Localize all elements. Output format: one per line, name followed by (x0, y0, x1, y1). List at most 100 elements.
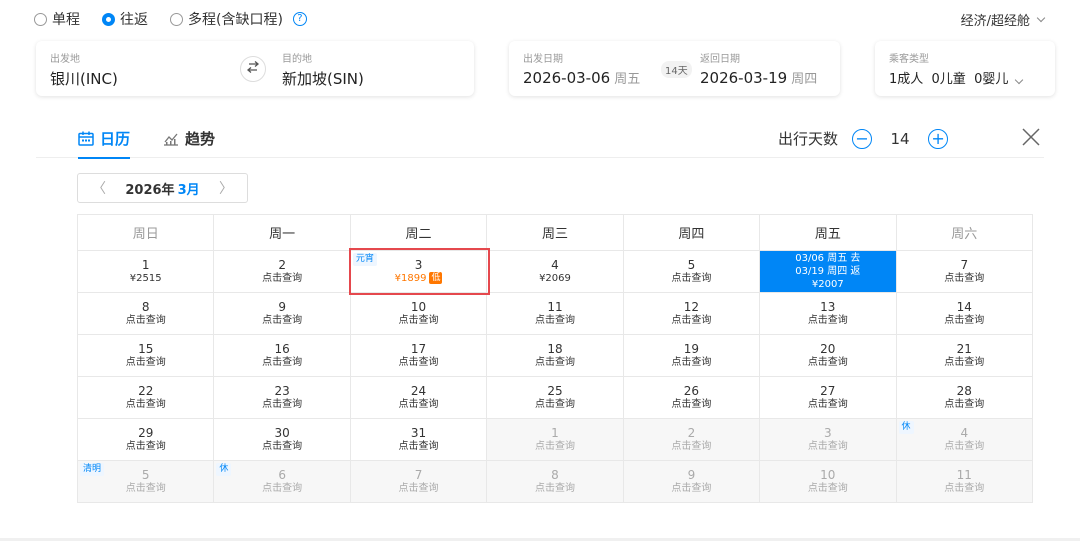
day-number: 2 (687, 425, 696, 440)
tab-calendar-label: 日历 (100, 130, 131, 148)
passenger-value: 1成人 0儿童 0婴儿 (889, 72, 1009, 87)
depart-weekday: 周五 (614, 72, 641, 87)
from-field[interactable]: 出发地 银川(INC) (50, 50, 118, 89)
trip-type-multi[interactable]: 多程(含缺口程) (170, 9, 283, 29)
weekday-header: 周四 (622, 214, 761, 251)
trip-type-oneway[interactable]: 单程 (34, 9, 80, 29)
calendar-day-cell[interactable]: 20 点击查询 (759, 334, 897, 377)
passenger-label: 乘客类型 (889, 54, 929, 65)
day-number: 9 (687, 467, 696, 482)
day-number: 21 (956, 341, 972, 356)
depart-date-field[interactable]: 出发日期 2026-03-06 周五 (523, 50, 640, 87)
day-price: 点击查询 (807, 356, 848, 368)
tab-trend[interactable]: 趋势 (163, 128, 215, 149)
to-field[interactable]: 目的地 新加坡(SIN) (282, 50, 364, 89)
calendar-day-cell[interactable]: 19 点击查询 (622, 334, 761, 377)
tab-calendar[interactable]: 日历 (78, 128, 131, 159)
day-price: 点击查询 (671, 314, 712, 326)
trip-type-roundtrip[interactable]: 往返 (102, 9, 148, 29)
calendar-day-cell[interactable]: 9 点击查询 (622, 460, 761, 503)
cabin-class-select[interactable]: 经济/超经舱 (961, 10, 1046, 29)
day-price: 点击查询 (398, 356, 439, 368)
prev-month-button[interactable]: 〈 (92, 178, 106, 198)
holiday-tag: 清明 (80, 463, 105, 476)
calendar-day-cell[interactable]: 2 点击查询 (622, 418, 761, 461)
day-price: 点击查询 (944, 440, 985, 452)
day-number: 25 (547, 383, 563, 398)
radio-multi[interactable] (170, 12, 183, 26)
calendar-day-cell[interactable]: 1 点击查询 (486, 418, 624, 461)
calendar-day-cell[interactable]: 03/06 周五 去 03/19 周四 返 ¥2007 (759, 250, 897, 293)
help-icon[interactable]: ? (292, 12, 307, 26)
calendar-day-cell[interactable]: 22 点击查询 (76, 376, 215, 419)
calendar-day-cell[interactable]: 17 点击查询 (349, 334, 488, 377)
calendar-day-cell[interactable]: 3 点击查询 (759, 418, 897, 461)
return-date-field[interactable]: 返回日期 2026-03-19 周四 (700, 50, 817, 87)
calendar-day-cell[interactable]: 9 点击查询 (213, 292, 351, 335)
day-price: 点击查询 (944, 482, 985, 494)
swap-cities-button[interactable] (240, 56, 266, 82)
calendar-day-cell[interactable]: 元宵 3 ¥1899 低 (349, 250, 488, 293)
day-number: 6 (278, 467, 286, 482)
day-number: 17 (410, 341, 427, 356)
day-price: 点击查询 (807, 440, 848, 452)
calendar-day-cell[interactable]: 13 点击查询 (759, 292, 897, 335)
calendar-day-cell[interactable]: 29 点击查询 (76, 418, 215, 461)
calendar-day-cell[interactable]: 12 点击查询 (622, 292, 761, 335)
chevron-down-icon (1036, 13, 1046, 22)
calendar-day-cell[interactable]: 8 点击查询 (76, 292, 215, 335)
day-number: 1 (141, 257, 150, 272)
calendar-day-cell[interactable]: 7 点击查询 (895, 250, 1034, 293)
low-price-badge: 低 (429, 271, 443, 284)
day-price: 点击查询 (671, 440, 712, 452)
day-number: 12 (683, 299, 700, 314)
calendar-week-row: 清明 5 点击查询休 6 点击查询 7 点击查询 8 点击查询 9 点击查询 10 点击查询 11 点击查询 (76, 460, 1034, 503)
radio-oneway[interactable] (34, 12, 47, 26)
calendar-day-cell[interactable]: 8 点击查询 (486, 460, 624, 503)
close-icon[interactable] (1020, 126, 1042, 148)
radio-roundtrip[interactable] (102, 12, 115, 26)
calendar-day-cell[interactable]: 休 6 点击查询 (213, 460, 351, 503)
calendar-day-cell[interactable]: 27 点击查询 (759, 376, 897, 419)
calendar-day-cell[interactable]: 清明 5 点击查询 (76, 460, 215, 503)
calendar-day-cell[interactable]: 休 4 点击查询 (895, 418, 1034, 461)
calendar-day-cell[interactable]: 16 点击查询 (213, 334, 351, 377)
calendar-day-cell[interactable]: 28 点击查询 (895, 376, 1034, 419)
day-number: 5 (687, 257, 696, 272)
calendar-day-cell[interactable]: 4 ¥2069 (486, 250, 624, 293)
calendar-day-cell[interactable]: 10 点击查询 (349, 292, 488, 335)
calendar-day-cell[interactable]: 11 点击查询 (895, 460, 1034, 503)
passenger-card[interactable]: 乘客类型 1成人 0儿童 0婴儿 (875, 41, 1055, 96)
calendar-day-cell[interactable]: 23 点击查询 (213, 376, 351, 419)
passenger-field[interactable]: 乘客类型 1成人 0儿童 0婴儿 (889, 50, 1024, 87)
calendar-day-cell[interactable]: 25 点击查询 (486, 376, 624, 419)
day-number: 10 (820, 467, 836, 482)
calendar-week-row: 29 点击查询 30 点击查询 31 点击查询 1 点击查询 2 点击查询 3 点击查询休 4 点击查询 (76, 418, 1034, 461)
calendar-day-cell[interactable]: 2 点击查询 (213, 250, 351, 293)
calendar-day-cell[interactable]: 11 点击查询 (486, 292, 624, 335)
calendar-day-cell[interactable]: 15 点击查询 (76, 334, 215, 377)
day-price: 点击查询 (807, 482, 848, 494)
next-month-button[interactable]: 〉 (219, 178, 233, 198)
calendar-day-cell[interactable]: 10 点击查询 (759, 460, 897, 503)
day-number: 23 (274, 383, 290, 398)
calendar-day-cell[interactable]: 1 ¥2515 (76, 250, 215, 293)
increase-days-button[interactable]: + (928, 128, 949, 149)
calendar-day-cell[interactable]: 18 点击查询 (486, 334, 624, 377)
decrease-days-button[interactable]: − (852, 128, 873, 149)
calendar-day-cell[interactable]: 30 点击查询 (213, 418, 351, 461)
chevron-down-icon (1015, 75, 1024, 85)
calendar-day-cell[interactable]: 31 点击查询 (349, 418, 488, 461)
weekday-header: 周六 (895, 214, 1034, 251)
calendar-day-cell[interactable]: 26 点击查询 (622, 376, 761, 419)
trip-days-value: 14 (890, 129, 910, 148)
calendar-day-cell[interactable]: 5 点击查询 (622, 250, 761, 293)
calendar-day-cell[interactable]: 24 点击查询 (349, 376, 488, 419)
day-price: 点击查询 (534, 398, 575, 410)
calendar-day-cell[interactable]: 7 点击查询 (349, 460, 488, 503)
calendar-day-cell[interactable]: 14 点击查询 (895, 292, 1034, 335)
return-weekday: 周四 (791, 72, 818, 87)
day-price: 点击查询 (807, 314, 848, 326)
day-price: 点击查询 (398, 482, 439, 494)
calendar-day-cell[interactable]: 21 点击查询 (895, 334, 1034, 377)
